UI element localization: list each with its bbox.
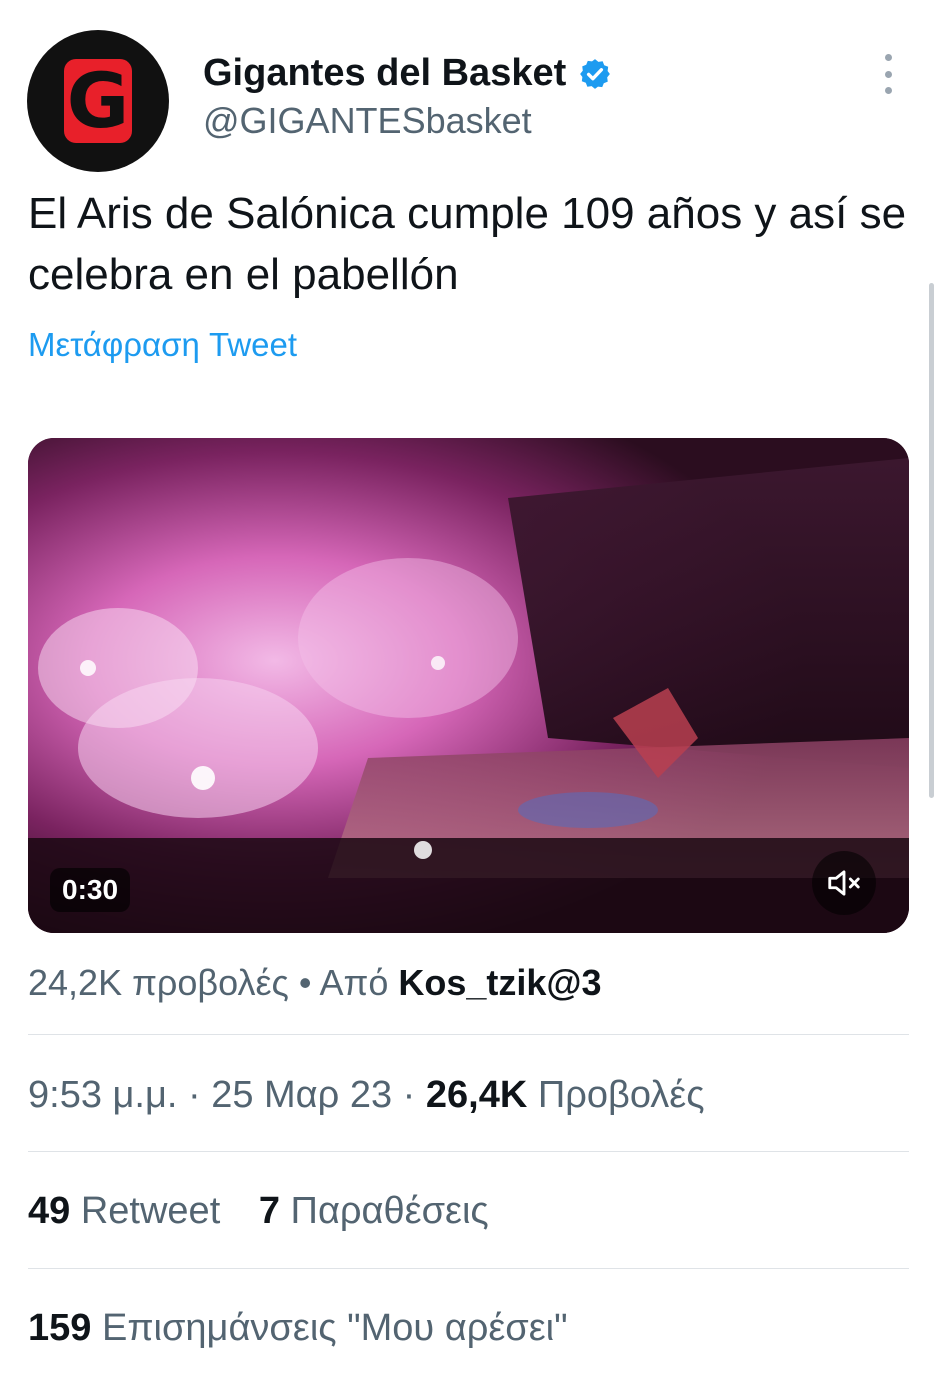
tweet-views-label[interactable]: Προβολές [538,1074,705,1116]
tweet-time[interactable]: 9:53 μ.μ. [28,1074,177,1116]
likes-count: 159 [28,1307,92,1349]
from-label: Από [319,962,389,1003]
tweet-detail-page: G Gigantes del Basket @GIGANTESbasket El… [0,0,936,1379]
author-display-name[interactable]: Gigantes del Basket [203,52,566,95]
likes-label: Επισημάνσεις "Μου αρέσει" [101,1307,568,1349]
divider [28,1034,909,1035]
verified-badge-icon [580,58,611,89]
video-frame [28,438,909,933]
video-source-user[interactable]: Kos_tzik@3 [398,962,601,1003]
time-separator: · [402,1074,416,1116]
more-dot [884,87,892,94]
engagement-stats-row: 49 Retweet 7 Παραθέσεις [28,1190,517,1233]
author-display-name-row[interactable]: Gigantes del Basket [203,52,612,95]
tweet-views-count[interactable]: 26,4K [426,1074,527,1116]
retweets-label: Retweet [80,1190,221,1232]
timestamp-row: 9:53 μ.μ. · 25 Μαρ 23 · 26,4K Προβολές [28,1074,705,1117]
likes-stat[interactable]: 159 Επισημάνσεις "Μου αρέσει" [28,1307,568,1350]
quotes-stat[interactable]: 7 Παραθέσεις [259,1190,489,1233]
tweet-text: El Aris de Salónica cumple 109 años y as… [28,189,907,299]
quotes-count: 7 [258,1190,280,1232]
translate-tweet-link[interactable]: Μετάφραση Tweet [28,326,297,364]
video-player[interactable]: 0:30 [28,438,909,933]
author-handle[interactable]: @GIGANTESbasket [203,100,532,142]
retweets-stat[interactable]: 49 Retweet [28,1190,220,1233]
more-dot [884,70,892,78]
video-views: 24,2K προβολές [28,962,289,1003]
video-views-row: 24,2K προβολές • Από Kos_tzik@3 [28,962,602,1004]
divider [28,1268,909,1269]
mute-glyph [828,870,860,896]
retweets-count: 49 [28,1190,71,1232]
quotes-label: Παραθέσεις [290,1190,489,1232]
scrollbar[interactable] [929,283,934,798]
speaker-muted-icon[interactable] [812,851,876,915]
more-dot [884,54,892,61]
avatar-logo: G [64,59,132,143]
tweet-date[interactable]: 25 Μαρ 23 [211,1074,392,1116]
more-options-icon[interactable] [870,54,906,94]
author-avatar[interactable]: G [27,30,169,172]
avatar-letter: G [66,56,130,145]
views-separator: • [298,962,312,1003]
time-separator: · [187,1074,201,1116]
divider [28,1151,909,1152]
video-duration-badge: 0:30 [50,868,131,912]
